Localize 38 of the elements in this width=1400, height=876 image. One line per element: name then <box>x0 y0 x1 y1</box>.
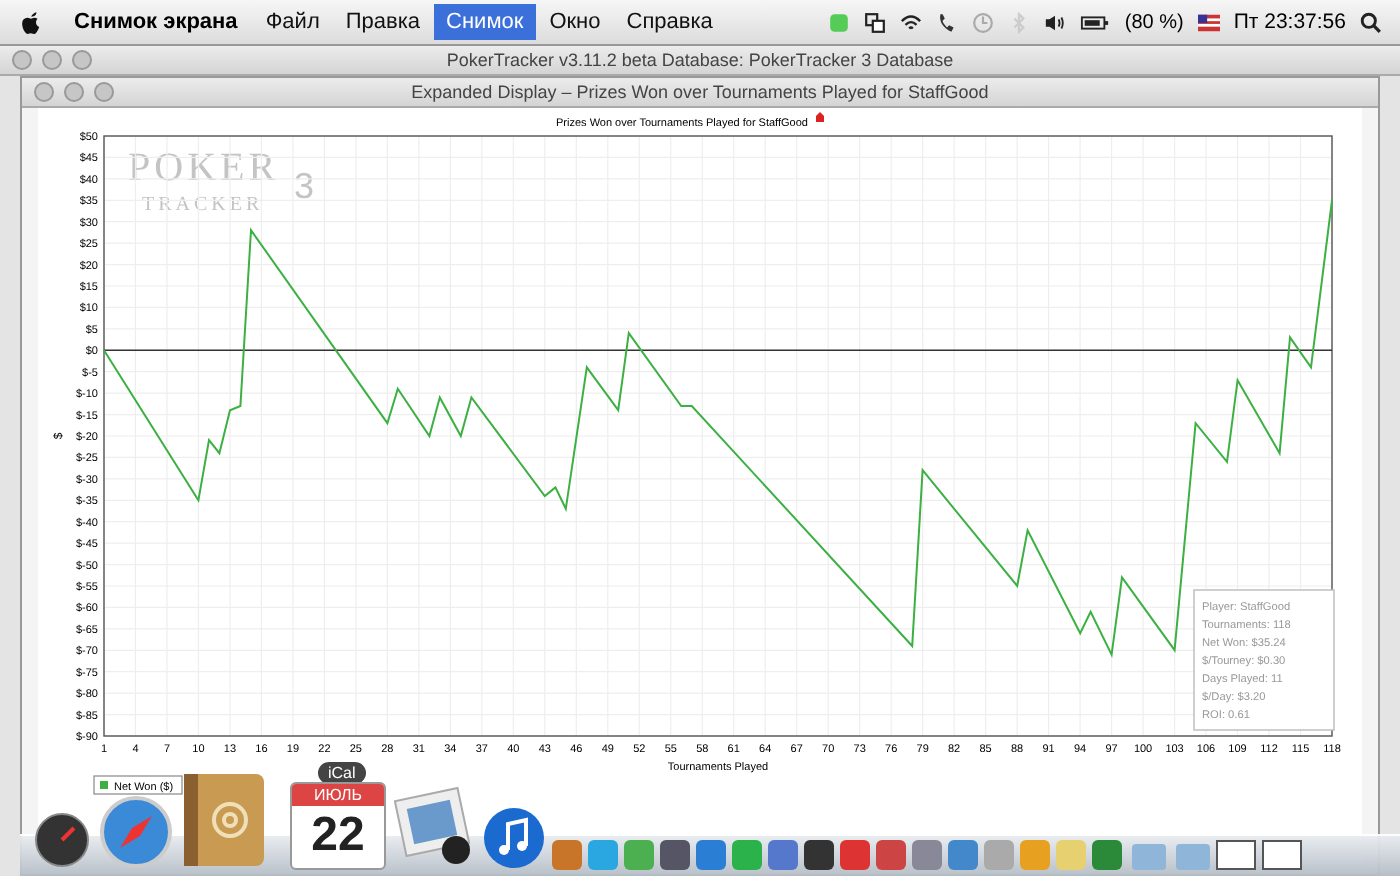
menu-item[interactable]: Файл <box>253 4 332 40</box>
clock-icon[interactable] <box>972 11 995 33</box>
address-book-icon[interactable] <box>180 770 268 870</box>
logo-number: 3 <box>294 166 315 206</box>
compass-icon[interactable] <box>98 794 174 870</box>
music-note-icon[interactable] <box>482 806 546 870</box>
phone-icon[interactable] <box>936 11 959 33</box>
menu-item[interactable]: Окно <box>537 4 613 40</box>
menu-item[interactable]: Справка <box>614 4 725 40</box>
app-menu[interactable]: Снимок экрана <box>60 10 252 34</box>
legend-box <box>93 775 183 795</box>
apple-icon[interactable] <box>20 9 42 35</box>
dock-app-icon[interactable] <box>660 840 690 870</box>
search-icon[interactable] <box>1360 11 1382 33</box>
window-title: Expanded Display – Prizes Won over Tournaments Played for StaffGood <box>409 82 991 102</box>
flag-icon[interactable] <box>1197 11 1220 33</box>
logo-icon <box>816 112 824 122</box>
battery-icon[interactable] <box>1080 11 1111 33</box>
bluetooth-icon[interactable] <box>1008 11 1031 33</box>
gauge-icon[interactable] <box>32 810 92 870</box>
window-title: PokerTracker v3.11.2 beta Database: PokerTracker 3 Database <box>444 50 956 70</box>
status-icon[interactable] <box>828 11 851 33</box>
calendar-day: 22 <box>292 806 384 866</box>
minimized-window-icon[interactable] <box>1262 840 1302 870</box>
calendar-month: ИЮЛЬ <box>292 784 384 806</box>
minimized-window-icon[interactable] <box>1216 840 1256 870</box>
windows-icon[interactable] <box>864 11 887 33</box>
legend-swatch-icon <box>100 781 108 789</box>
battery-percent: (80 %) <box>1124 11 1184 33</box>
menu-item[interactable]: Снимок <box>434 4 536 40</box>
volume-icon[interactable] <box>1044 11 1067 33</box>
photo-viewer-icon[interactable] <box>392 786 476 870</box>
wifi-icon[interactable] <box>900 11 923 33</box>
stats-panel <box>1193 589 1335 731</box>
menu-clock[interactable]: Пт 23:37:56 <box>1233 10 1346 34</box>
menu-item[interactable]: Правка <box>333 4 433 40</box>
calendar-icon[interactable]: ИЮЛЬ 22 <box>290 782 386 870</box>
dock-app-icon[interactable] <box>804 840 834 870</box>
